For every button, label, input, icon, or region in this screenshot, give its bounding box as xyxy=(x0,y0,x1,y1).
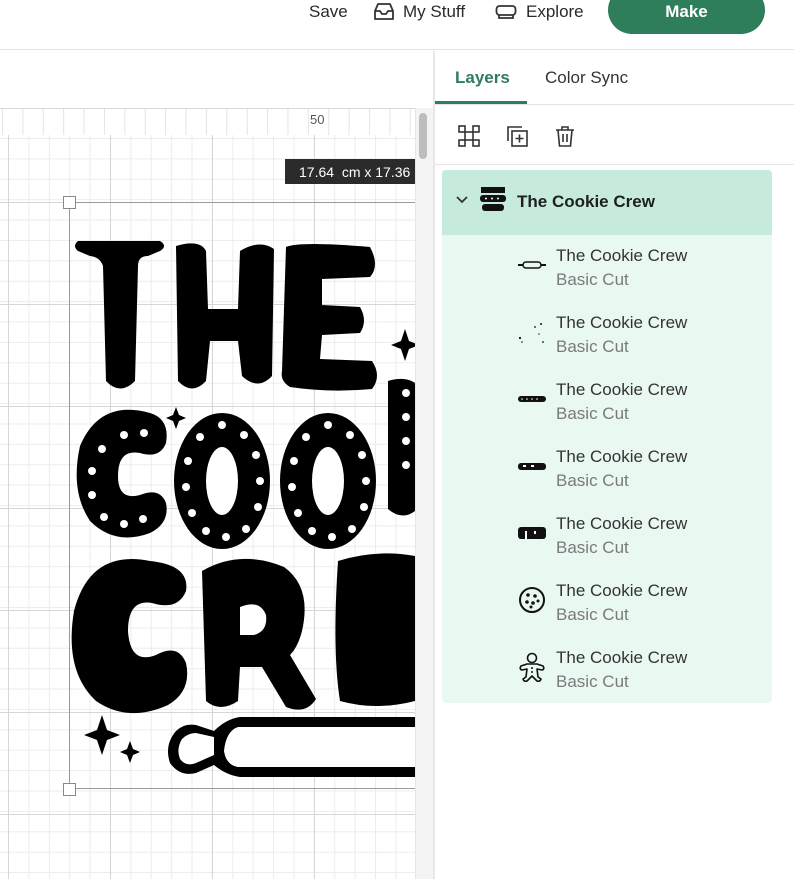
my-stuff-label: My Stuff xyxy=(403,2,466,21)
layers-panel: Layers Color Sync The Cookie Crew The Co… xyxy=(435,51,794,879)
layer-type: Basic Cut xyxy=(556,270,629,289)
layer-name: The Cookie Crew xyxy=(556,514,688,533)
panel-tabs: Layers Color Sync xyxy=(435,51,794,105)
layer-name: The Cookie Crew xyxy=(556,380,688,399)
tab-color-sync[interactable]: Color Sync xyxy=(545,68,628,88)
make-button[interactable]: Make xyxy=(608,0,765,34)
duplicate-icon xyxy=(507,126,528,147)
resize-handle-top-left[interactable] xyxy=(63,196,76,209)
group-icon xyxy=(458,125,480,147)
explore-button[interactable]: Explore xyxy=(495,0,584,24)
save-label: Save xyxy=(309,2,348,21)
group-name: The Cookie Crew xyxy=(517,192,655,211)
design-canvas[interactable]: 50 17.64 cm x 17.36 xyxy=(0,51,433,879)
layer-type: Basic Cut xyxy=(556,337,629,356)
layer-list: The Cookie Crew Basic Cut The Cookie Cre… xyxy=(442,235,772,703)
layer-item[interactable]: The Cookie Crew Basic Cut xyxy=(442,235,772,302)
dimension-tooltip: 17.64 cm x 17.36 xyxy=(285,159,415,184)
duplicate-button[interactable] xyxy=(504,123,530,149)
layer-name: The Cookie Crew xyxy=(556,313,688,332)
layer-group-header[interactable]: The Cookie Crew xyxy=(442,170,772,235)
layers-toolbar xyxy=(435,105,794,165)
top-bar: Save My Stuff Explore Make xyxy=(0,0,794,50)
selection-bounding-box[interactable] xyxy=(69,202,429,789)
layer-item[interactable]: The Cookie Crew Basic Cut xyxy=(442,369,772,436)
group-thumbnail-icon xyxy=(480,187,506,211)
canvas-vertical-scrollbar[interactable] xyxy=(415,108,433,879)
layer-item[interactable]: The Cookie Crew Basic Cut xyxy=(442,302,772,369)
delete-button[interactable] xyxy=(552,123,578,149)
cookie-icon xyxy=(516,584,548,616)
layer-item[interactable]: The Cookie Crew Basic Cut xyxy=(442,503,772,570)
layer-type: Basic Cut xyxy=(556,471,629,490)
layer-type: Basic Cut xyxy=(556,605,629,624)
the-word-icon xyxy=(516,517,548,549)
crew-word-icon xyxy=(516,450,548,482)
layer-name: The Cookie Crew xyxy=(556,447,688,466)
save-button[interactable]: Save xyxy=(309,0,348,24)
layer-type: Basic Cut xyxy=(556,672,629,691)
chevron-down-icon[interactable] xyxy=(454,192,470,208)
sparkles-icon xyxy=(516,316,548,348)
layer-item[interactable]: The Cookie Crew Basic Cut xyxy=(442,436,772,503)
explore-label: Explore xyxy=(526,2,584,21)
inbox-icon xyxy=(374,3,394,20)
cookie-word-icon xyxy=(516,383,548,415)
explore-icon xyxy=(495,5,517,19)
canvas-scroll-thumb[interactable] xyxy=(419,113,427,159)
group-button[interactable] xyxy=(456,123,482,149)
layer-name: The Cookie Crew xyxy=(556,648,688,667)
layer-type: Basic Cut xyxy=(556,404,629,423)
make-label: Make xyxy=(665,2,708,21)
trash-icon xyxy=(556,126,574,147)
layer-type: Basic Cut xyxy=(556,538,629,557)
rolling-pin-icon xyxy=(516,249,548,281)
layer-name: The Cookie Crew xyxy=(556,246,688,265)
resize-handle-bottom-left[interactable] xyxy=(63,783,76,796)
gingerbread-man-icon xyxy=(516,651,548,683)
layer-item[interactable]: The Cookie Crew Basic Cut xyxy=(442,637,772,704)
layer-name: The Cookie Crew xyxy=(556,581,688,600)
my-stuff-button[interactable]: My Stuff xyxy=(373,0,465,24)
tab-layers[interactable]: Layers xyxy=(455,68,510,88)
layer-item[interactable]: The Cookie Crew Basic Cut xyxy=(442,570,772,637)
active-tab-indicator xyxy=(435,101,527,104)
